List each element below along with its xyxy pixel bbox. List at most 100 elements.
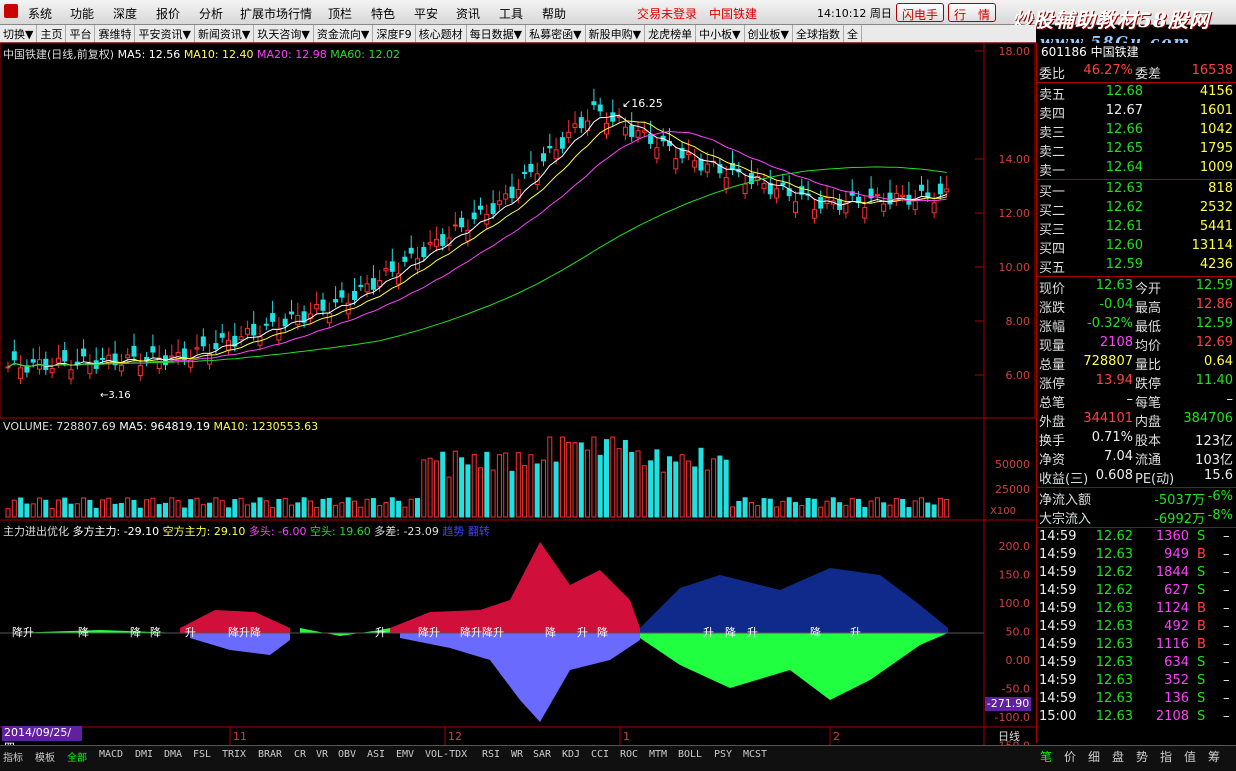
- indicator-tab-emv[interactable]: EMV: [396, 749, 414, 760]
- volume-bar: [251, 502, 257, 518]
- candle-body: [263, 323, 269, 326]
- volume-bar: [358, 506, 364, 518]
- tick-row: 14:59 12.63 1124 B –: [1037, 601, 1236, 619]
- candle-body: [654, 147, 660, 159]
- indicator-tab-boll[interactable]: BOLL: [678, 749, 702, 760]
- bid-row[interactable]: 买五 12.59 4236: [1037, 257, 1236, 276]
- candle-body: [30, 359, 36, 363]
- indicator-tab-brar[interactable]: BRAR: [258, 749, 282, 760]
- right-tab-0[interactable]: 笔: [1040, 748, 1052, 765]
- volume-bar: [156, 504, 162, 518]
- right-tab-4[interactable]: 势: [1136, 748, 1148, 765]
- right-tab-1[interactable]: 价: [1064, 748, 1076, 765]
- tick-time: 15:00: [1039, 709, 1077, 724]
- ask-row[interactable]: 卖五 12.68 4156: [1037, 84, 1236, 103]
- volume-bar: [244, 504, 250, 518]
- tick-row: 14:59 12.63 352 S –: [1037, 673, 1236, 691]
- volume-bar: [370, 497, 376, 518]
- signal-label: 升: [703, 626, 714, 639]
- volume-bar: [24, 503, 30, 518]
- bid-row[interactable]: 买三 12.61 5441: [1037, 219, 1236, 238]
- candle-body: [5, 366, 11, 369]
- indicator-tab-psy[interactable]: PSY: [714, 749, 732, 760]
- tick-time: 14:59: [1039, 637, 1077, 652]
- price-tick-label: 14.00: [999, 153, 1031, 166]
- indicator-tab-mcst[interactable]: MCST: [743, 749, 767, 760]
- indicator-tick-label: 200.0: [999, 540, 1031, 553]
- tick-price: 12.63: [1095, 637, 1133, 652]
- indicator-tab-kdj[interactable]: KDJ: [562, 749, 580, 760]
- indicator-tab-trix[interactable]: TRIX: [222, 749, 246, 760]
- indicator-tab-rsi[interactable]: RSI: [482, 749, 500, 760]
- chart-area[interactable]: 18.0014.0012.0010.008.006.00↙16.25←3.165…: [0, 0, 1036, 745]
- tick-row: 14:59 12.62 627 S –: [1037, 583, 1236, 601]
- indicator-tab-asi[interactable]: ASI: [367, 749, 385, 760]
- indicator-tab-sar[interactable]: SAR: [533, 749, 551, 760]
- ask-row[interactable]: 卖四 12.67 1601: [1037, 103, 1236, 122]
- indicator-tab-cr[interactable]: CR: [294, 749, 306, 760]
- volume-bar: [944, 499, 950, 518]
- indicator-tab-全部[interactable]: 全部: [67, 749, 87, 764]
- right-tab-5[interactable]: 指: [1160, 748, 1172, 765]
- candle-body: [282, 318, 288, 327]
- volume-bar: [18, 497, 24, 518]
- indicator-tab-dma[interactable]: DMA: [164, 749, 182, 760]
- book-price: 12.62: [1105, 200, 1143, 215]
- indicator-tab-macd[interactable]: MACD: [99, 749, 123, 760]
- candle-body: [761, 183, 767, 189]
- ma5-label: MA5: 12.56: [117, 48, 181, 61]
- candle-body: [925, 192, 931, 198]
- volume-bar: [5, 508, 11, 518]
- book-price: 12.61: [1105, 219, 1143, 234]
- right-tab-7[interactable]: 筹: [1208, 748, 1220, 765]
- indicator-tab-wr[interactable]: WR: [511, 749, 523, 760]
- indicator-tab-mtm[interactable]: MTM: [649, 749, 667, 760]
- tick-price: 12.62: [1095, 583, 1133, 598]
- ask-row[interactable]: 卖二 12.65 1795: [1037, 141, 1236, 160]
- vol-ma10-label: MA10: 1230553.63: [213, 420, 319, 433]
- volume-bar: [591, 436, 597, 518]
- indicator-tab-cci[interactable]: CCI: [591, 749, 609, 760]
- right-tab-3[interactable]: 盘: [1112, 748, 1124, 765]
- indicator-tick-label: -100.0: [995, 711, 1030, 724]
- indicator-tab-fsl[interactable]: FSL: [193, 749, 211, 760]
- tick-side: B: [1197, 619, 1206, 634]
- book-volume: 818: [1208, 181, 1233, 196]
- indicator-tab-obv[interactable]: OBV: [338, 749, 356, 760]
- quote-separator: [1037, 179, 1236, 180]
- volume-bar: [232, 499, 238, 518]
- volume-bar: [181, 507, 187, 518]
- right-tab-6[interactable]: 值: [1184, 748, 1196, 765]
- indicator-tab-roc[interactable]: ROC: [620, 749, 638, 760]
- volume-bar: [503, 452, 509, 518]
- indicator-tab-指标[interactable]: 指标: [3, 749, 23, 764]
- indicator-tab-vr[interactable]: VR: [316, 749, 328, 760]
- bid-row[interactable]: 买一 12.63 818: [1037, 181, 1236, 200]
- indicator-tab-dmi[interactable]: DMI: [135, 749, 153, 760]
- tick-extra: –: [1223, 565, 1230, 580]
- volume-bar: [106, 497, 112, 518]
- candle-body: [18, 367, 24, 380]
- tick-price: 12.63: [1095, 691, 1133, 706]
- candle-body: [320, 299, 326, 311]
- candle-body: [364, 283, 370, 293]
- quote-value: 12.86: [1195, 297, 1233, 312]
- quote-label: 内盘: [1135, 415, 1162, 430]
- bid-row[interactable]: 买二 12.62 2532: [1037, 200, 1236, 219]
- bid-row[interactable]: 买四 12.60 13114: [1037, 238, 1236, 257]
- volume-bar: [824, 500, 830, 518]
- period-label[interactable]: 日线: [998, 729, 1020, 743]
- candle-body: [478, 205, 483, 210]
- indicator-tab-vol-tdx[interactable]: VOL-TDX: [425, 749, 467, 760]
- right-tab-2[interactable]: 细: [1088, 748, 1100, 765]
- volume-bar: [673, 461, 679, 518]
- volume-bar: [667, 456, 672, 518]
- tick-time: 14:59: [1039, 655, 1077, 670]
- ask-row[interactable]: 卖三 12.66 1042: [1037, 122, 1236, 141]
- indicator-tab-模板[interactable]: 模板: [35, 749, 55, 764]
- tick-price: 12.63: [1095, 673, 1133, 688]
- ask-row[interactable]: 卖一 12.64 1009: [1037, 160, 1236, 179]
- volume-bar: [433, 460, 439, 518]
- quote-value: -0.04: [1099, 297, 1133, 312]
- volume-bar: [629, 451, 635, 518]
